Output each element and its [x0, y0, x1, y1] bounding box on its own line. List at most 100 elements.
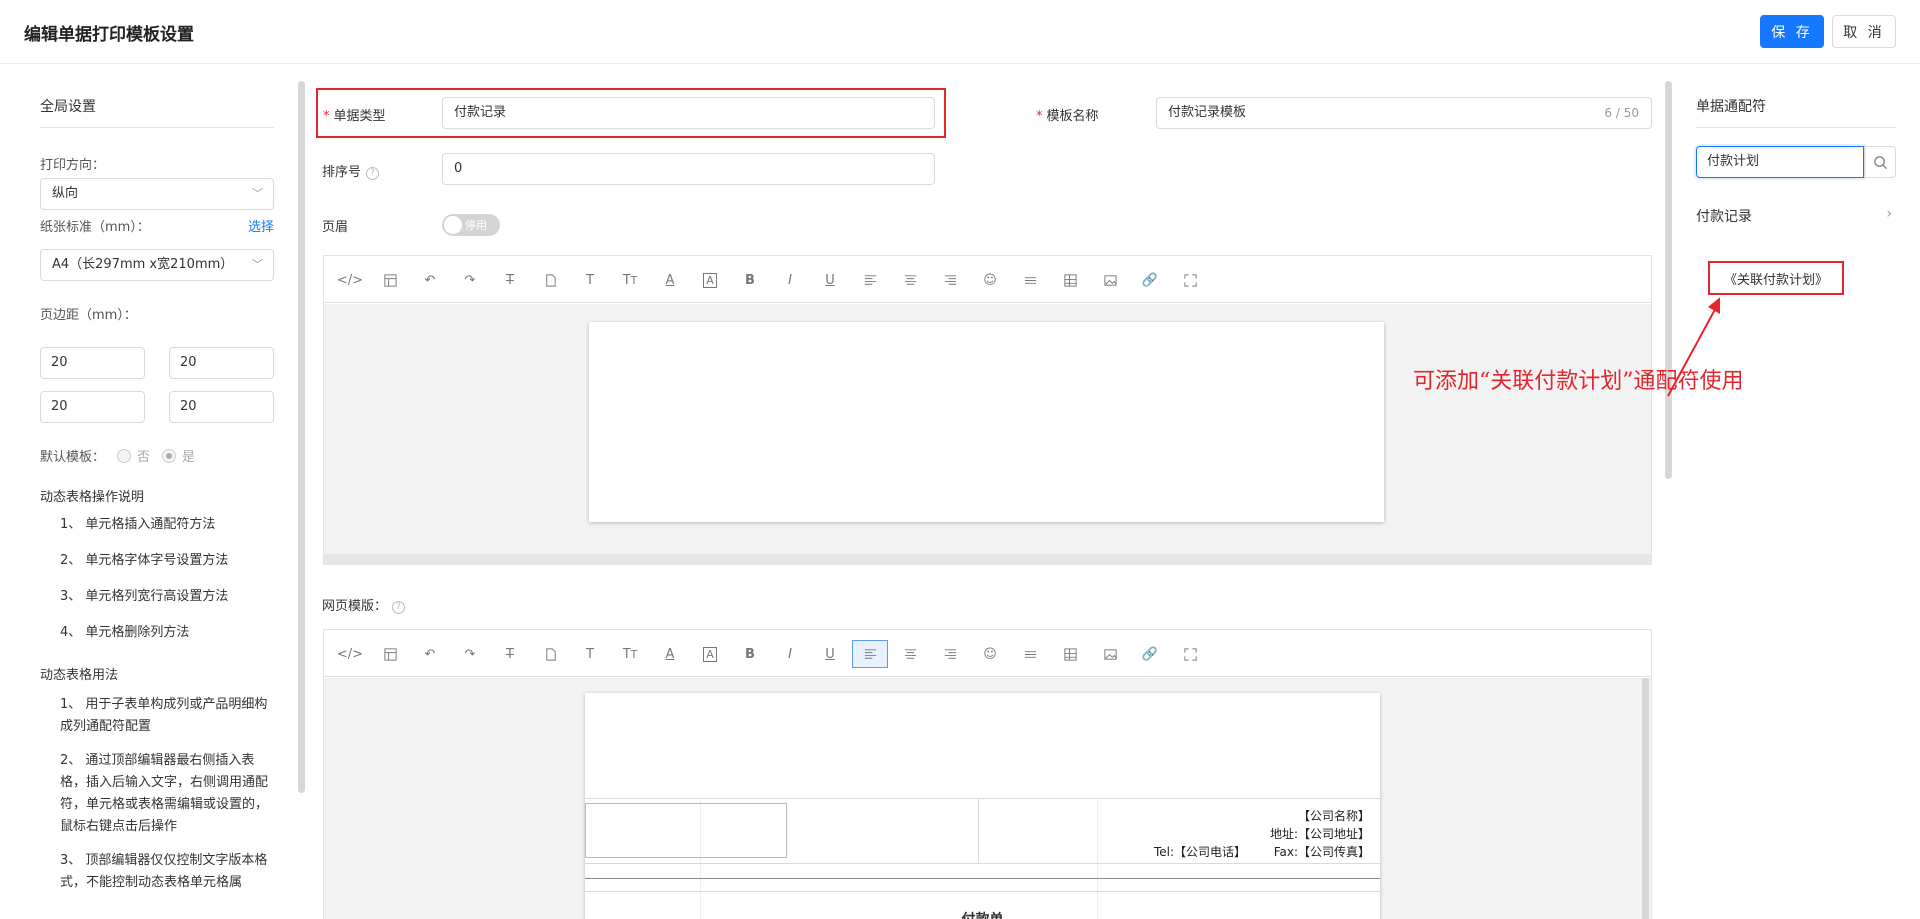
margin-top-input[interactable]: 20 — [40, 347, 145, 379]
annotation-text: 可添加“关联付款计划”通配符使用 — [1413, 369, 1744, 394]
horizontal-scrollbar[interactable] — [324, 554, 1651, 564]
undo-icon[interactable]: ↶ — [412, 640, 448, 668]
margin-right-input[interactable]: 20 — [169, 347, 274, 379]
align-center-icon[interactable] — [892, 640, 928, 668]
redo-icon[interactable]: ↷ — [452, 266, 488, 294]
bold-icon[interactable]: B — [732, 266, 768, 294]
web-template-editor: </> ↶ ↷ T T T T A A B I U ☺ 🔗 【公司名称】 地址:【公司地址】 Tel:【公… — [323, 629, 1652, 919]
dynamic-op-item[interactable]: 1、 单元格插入通配符方法 — [60, 514, 274, 536]
code-icon[interactable]: </> — [332, 266, 368, 294]
company-fax: Fax:【公司传真】 — [1273, 845, 1370, 859]
wildcard-panel: 单据通配符 付款计划 付款记录 › 《关联付款计划》 — [1696, 64, 1896, 919]
template-paper[interactable]: 【公司名称】 地址:【公司地址】 Tel:【公司电话】 Fax:【公司传真】 付… — [585, 693, 1380, 919]
default-no-label: 否 — [137, 450, 151, 465]
wildcard-tag-related-plan[interactable]: 《关联付款计划》 — [1708, 261, 1844, 295]
chevron-down-icon: ﹀ — [252, 258, 263, 271]
header-label: 页眉 — [322, 220, 349, 235]
default-template-label: 默认模板： — [40, 450, 106, 465]
emoji-icon[interactable]: ☺ — [972, 266, 1008, 294]
template-icon[interactable] — [372, 640, 408, 668]
redo-icon[interactable]: ↷ — [452, 640, 488, 668]
header-edit-area[interactable] — [324, 304, 1651, 564]
page-title: 编辑单据打印模板设置 — [24, 25, 194, 45]
search-button[interactable] — [1864, 146, 1896, 178]
align-center-icon[interactable] — [892, 266, 928, 294]
dynamic-usage-item: 1、 用于子表单构成列或产品明细构成列通配符配置 — [60, 697, 268, 734]
print-direction-select[interactable]: 纵向 ﹀ — [40, 178, 274, 210]
strikethrough-icon[interactable]: T — [492, 266, 528, 294]
font-size-icon[interactable]: T — [572, 266, 608, 294]
align-right-icon[interactable] — [932, 640, 968, 668]
web-template-edit-area[interactable]: 【公司名称】 地址:【公司地址】 Tel:【公司电话】 Fax:【公司传真】 付… — [324, 678, 1651, 919]
text-size-icon[interactable]: TT — [612, 266, 648, 294]
divider-icon[interactable] — [1012, 266, 1048, 294]
font-color-icon[interactable]: A — [652, 266, 688, 294]
align-left-icon[interactable] — [852, 640, 888, 668]
search-icon — [1873, 155, 1887, 169]
vertical-scrollbar[interactable] — [1642, 678, 1649, 919]
doc-type-input[interactable]: 付款记录 — [442, 97, 935, 129]
strikethrough-icon[interactable]: T — [492, 640, 528, 668]
chevron-right-icon: › — [1886, 206, 1892, 222]
dynamic-op-item[interactable]: 2、 单元格字体字号设置方法 — [60, 550, 274, 572]
bold-icon[interactable]: B — [732, 640, 768, 668]
help-icon: ? — [392, 601, 406, 614]
save-button[interactable]: 保 存 — [1760, 15, 1824, 48]
default-yes-radio[interactable] — [162, 448, 177, 463]
text-size-icon[interactable]: TT — [612, 640, 648, 668]
emoji-icon[interactable]: ☺ — [972, 640, 1008, 668]
center-scrollbar[interactable] — [1665, 81, 1672, 479]
sort-input[interactable]: 0 — [442, 153, 935, 185]
table-icon[interactable] — [1052, 640, 1088, 668]
margin-left-input[interactable]: 20 — [169, 391, 274, 423]
default-yes-label: 是 — [182, 450, 196, 465]
document-icon[interactable] — [532, 640, 568, 668]
underline-icon[interactable]: U — [812, 266, 848, 294]
template-icon[interactable] — [372, 266, 408, 294]
image-icon[interactable] — [1092, 640, 1128, 668]
align-left-icon[interactable] — [852, 266, 888, 294]
font-color-icon[interactable]: A — [652, 640, 688, 668]
align-right-icon[interactable] — [932, 266, 968, 294]
dynamic-op-item[interactable]: 4、 单元格删除列方法 — [60, 622, 274, 644]
dynamic-op-item[interactable]: 3、 单元格列宽行高设置方法 — [60, 586, 274, 608]
font-size-icon[interactable]: T — [572, 640, 608, 668]
tree-item-label: 付款记录 — [1696, 209, 1752, 225]
wildcard-search-input[interactable]: 付款计划 — [1696, 146, 1864, 178]
company-tel: Tel:【公司电话】 — [1153, 845, 1247, 859]
divider-icon[interactable] — [1012, 640, 1048, 668]
default-no-radio[interactable] — [117, 448, 132, 463]
logo-image-placeholder[interactable] — [585, 803, 787, 858]
margin-label: 页边距（mm）： — [40, 308, 137, 323]
cancel-button[interactable]: 取 消 — [1832, 15, 1896, 48]
header-paper[interactable] — [589, 322, 1384, 522]
paper-value: A4（长297mm x宽210mm） — [52, 257, 234, 272]
code-icon[interactable]: </> — [332, 640, 368, 668]
paper-select[interactable]: A4（长297mm x宽210mm） ﹀ — [40, 249, 274, 281]
paper-choose-link[interactable]: 选择 — [248, 216, 274, 235]
background-color-icon[interactable]: A — [692, 266, 728, 294]
print-direction-label: 打印方向： — [40, 158, 106, 173]
background-color-icon[interactable]: A — [692, 640, 728, 668]
undo-icon[interactable]: ↶ — [412, 266, 448, 294]
margin-bottom-input[interactable]: 20 — [40, 391, 145, 423]
fullscreen-icon[interactable] — [1172, 266, 1208, 294]
underline-icon[interactable]: U — [812, 640, 848, 668]
italic-icon[interactable]: I — [772, 640, 808, 668]
dynamic-ops-title: 动态表格操作说明 — [40, 490, 145, 505]
tree-item-payment-record[interactable]: 付款记录 › — [1696, 206, 1896, 230]
fullscreen-icon[interactable] — [1172, 640, 1208, 668]
document-icon[interactable] — [532, 266, 568, 294]
header-toggle[interactable]: 停用 — [442, 214, 500, 236]
document-title: 付款单 — [585, 909, 1380, 919]
left-scrollbar[interactable] — [298, 81, 305, 793]
table-icon[interactable] — [1052, 266, 1088, 294]
doc-type-label: * 单据类型 — [323, 109, 386, 124]
attachment-icon[interactable]: 🔗 — [1132, 640, 1168, 668]
global-settings-panel: 全局设置 打印方向： 纵向 ﹀ 纸张标准（mm）： 选择 A4（长297mm x… — [40, 64, 274, 919]
italic-icon[interactable]: I — [772, 266, 808, 294]
image-icon[interactable] — [1092, 266, 1128, 294]
attachment-icon[interactable]: 🔗 — [1132, 266, 1168, 294]
template-name-input[interactable]: 付款记录模板 6 / 50 — [1156, 97, 1652, 129]
divider — [40, 127, 274, 128]
